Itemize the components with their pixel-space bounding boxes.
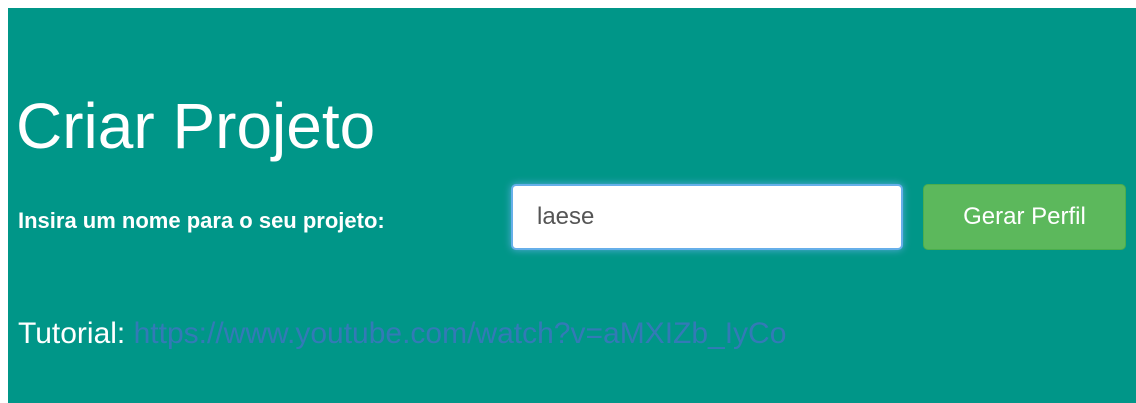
project-name-label: Insira um nome para o seu projeto: (18, 208, 385, 233)
tutorial-row: Tutorial: https://www.youtube.com/watch?… (18, 314, 786, 354)
tutorial-link[interactable]: https://www.youtube.com/watch?v=aMXIZb_I… (134, 317, 787, 350)
project-form: Insira um nome para o seu projeto: Gerar… (14, 184, 1132, 260)
project-name-input[interactable] (511, 184, 903, 250)
create-project-panel: Criar Projeto Insira um nome para o seu … (8, 8, 1136, 403)
generate-profile-button[interactable]: Gerar Perfil (923, 184, 1126, 250)
tutorial-label: Tutorial: (18, 317, 126, 350)
page-title: Criar Projeto (16, 90, 376, 162)
